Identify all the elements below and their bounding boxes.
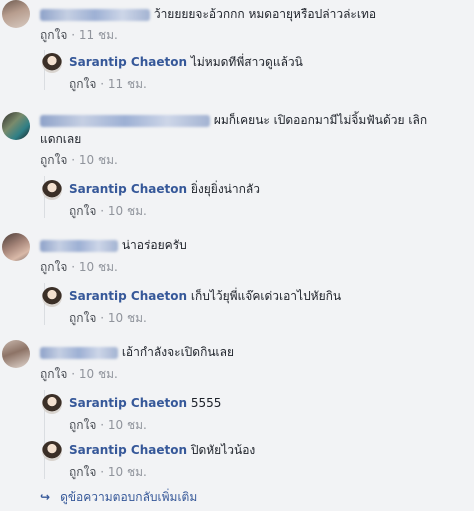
- comment-meta: ถูกใจ · 11 ชม.: [40, 27, 118, 43]
- commenter-name-blurred[interactable]: [40, 114, 210, 127]
- like-link[interactable]: ถูกใจ: [40, 367, 67, 381]
- view-more-replies-link[interactable]: ↪ ดูข้อความตอบกลับเพิ่มเติม: [40, 489, 197, 505]
- reply-text: 5555: [190, 396, 222, 410]
- reply-author-name[interactable]: Sarantip Chaeton: [69, 182, 187, 196]
- commenter-name-blurred[interactable]: [40, 8, 150, 21]
- reply-body: Sarantip Chaeton 5555: [69, 394, 221, 413]
- timestamp[interactable]: 11 ชม.: [79, 28, 118, 42]
- timestamp[interactable]: 10 ชม.: [79, 153, 118, 167]
- timestamp[interactable]: 10 ชม.: [79, 260, 118, 274]
- commenter-name-blurred[interactable]: [40, 346, 118, 359]
- timestamp[interactable]: 10 ชม.: [108, 311, 147, 325]
- reply-text: เก็บไว้ยุพี่แจ๊คเด่วเอาไปหัยกิน: [190, 289, 342, 303]
- comment-body: ผมก็เคยนะ เปิดออกมามีไม่จิ้มฟันด้วย เลิก: [40, 111, 427, 130]
- comment-body: เอ้ากำลังจะเปิดกินเลย: [40, 343, 234, 362]
- separator-dot: ·: [100, 77, 105, 91]
- commenter-avatar[interactable]: [2, 0, 30, 28]
- reply-meta: ถูกใจ · 10 ชม.: [69, 203, 147, 219]
- commenter-avatar[interactable]: [2, 112, 30, 140]
- comment-meta: ถูกใจ · 10 ชม.: [40, 366, 118, 382]
- commenter-name-blurred[interactable]: [40, 239, 118, 252]
- reply-avatar[interactable]: [42, 441, 62, 461]
- reply-text: ไม่หมดทีพี่สาวดูแล้วนิ: [190, 55, 303, 69]
- reply-author-name[interactable]: Sarantip Chaeton: [69, 55, 187, 69]
- reply-body: Sarantip Chaeton ยิ่งยุยิ่งน่ากลัว: [69, 180, 260, 199]
- comment-meta: ถูกใจ · 10 ชม.: [40, 152, 118, 168]
- separator-dot: ·: [71, 28, 76, 42]
- reply-meta: ถูกใจ · 10 ชม.: [69, 310, 147, 326]
- reply-avatar[interactable]: [42, 180, 62, 200]
- reply-author-name[interactable]: Sarantip Chaeton: [69, 443, 187, 457]
- view-more-replies-label: ดูข้อความตอบกลับเพิ่มเติม: [60, 490, 198, 504]
- timestamp[interactable]: 10 ชม.: [108, 465, 147, 479]
- comment-text: ผมก็เคยนะ เปิดออกมามีไม่จิ้มฟันด้วย เลิก: [213, 113, 428, 127]
- separator-dot: ·: [71, 367, 76, 381]
- comment-text-continued: แดกเลย: [40, 132, 82, 146]
- like-link[interactable]: ถูกใจ: [69, 418, 96, 432]
- reply-avatar[interactable]: [42, 287, 62, 307]
- comment-text: น่าอร่อยครับ: [121, 238, 187, 252]
- comment-meta: ถูกใจ · 10 ชม.: [40, 259, 118, 275]
- reply-avatar[interactable]: [42, 394, 62, 414]
- separator-dot: ·: [71, 260, 76, 274]
- timestamp[interactable]: 11 ชม.: [108, 77, 147, 91]
- commenter-avatar[interactable]: [2, 233, 30, 261]
- separator-dot: ·: [100, 311, 105, 325]
- reply-avatar[interactable]: [42, 53, 62, 73]
- comment-text: ว้ายยยยจะอ้วกกก หมดอายุหรือปล่าวล่ะเทอ: [153, 7, 377, 21]
- like-link[interactable]: ถูกใจ: [69, 311, 96, 325]
- timestamp[interactable]: 10 ชม.: [108, 204, 147, 218]
- comment-body: น่าอร่อยครับ: [40, 236, 187, 255]
- reply-author-name[interactable]: Sarantip Chaeton: [69, 396, 187, 410]
- reply-arrow-icon: ↪: [40, 490, 51, 504]
- reply-meta: ถูกใจ · 10 ชม.: [69, 417, 147, 433]
- like-link[interactable]: ถูกใจ: [40, 260, 67, 274]
- reply-meta: ถูกใจ · 11 ชม.: [69, 76, 147, 92]
- comment-text: เอ้ากำลังจะเปิดกินเลย: [121, 345, 235, 359]
- reply-text: ยิ่งยุยิ่งน่ากลัว: [190, 182, 260, 196]
- separator-dot: ·: [71, 153, 76, 167]
- reply-meta: ถูกใจ · 10 ชม.: [69, 464, 147, 480]
- like-link[interactable]: ถูกใจ: [69, 465, 96, 479]
- separator-dot: ·: [100, 204, 105, 218]
- like-link[interactable]: ถูกใจ: [69, 77, 96, 91]
- timestamp[interactable]: 10 ชม.: [79, 367, 118, 381]
- like-link[interactable]: ถูกใจ: [69, 204, 96, 218]
- like-link[interactable]: ถูกใจ: [40, 153, 67, 167]
- comment-body: ว้ายยยยจะอ้วกกก หมดอายุหรือปล่าวล่ะเทอ: [40, 5, 376, 24]
- reply-author-name[interactable]: Sarantip Chaeton: [69, 289, 187, 303]
- reply-text: ปิดหัยไวน้อง: [190, 443, 256, 457]
- separator-dot: ·: [100, 465, 105, 479]
- timestamp[interactable]: 10 ชม.: [108, 418, 147, 432]
- reply-body: Sarantip Chaeton เก็บไว้ยุพี่แจ๊คเด่วเอา…: [69, 287, 341, 306]
- reply-body: Sarantip Chaeton ไม่หมดทีพี่สาวดูแล้วนิ: [69, 53, 303, 72]
- reply-body: Sarantip Chaeton ปิดหัยไวน้อง: [69, 441, 255, 460]
- like-link[interactable]: ถูกใจ: [40, 28, 67, 42]
- separator-dot: ·: [100, 418, 105, 432]
- commenter-avatar[interactable]: [2, 340, 30, 368]
